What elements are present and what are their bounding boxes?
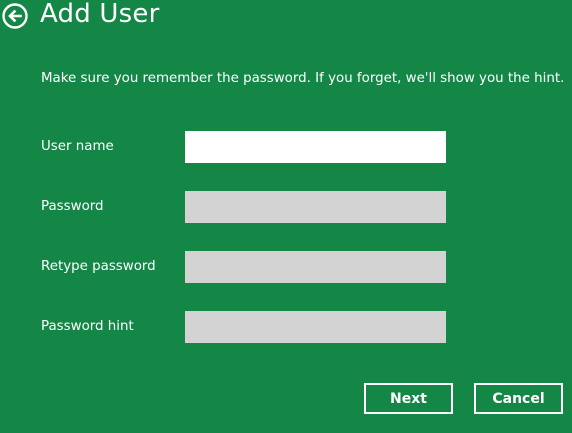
cancel-button[interactable]: Cancel bbox=[474, 383, 563, 414]
password-input[interactable] bbox=[185, 191, 446, 223]
retype-password-input[interactable] bbox=[185, 251, 446, 283]
password-hint-input[interactable] bbox=[185, 311, 446, 343]
instruction-text: Make sure you remember the password. If … bbox=[41, 71, 565, 86]
page-title: Add User bbox=[40, 0, 160, 29]
retype-password-label: Retype password bbox=[41, 259, 156, 274]
back-button[interactable] bbox=[2, 3, 28, 29]
user-name-label: User name bbox=[41, 139, 114, 154]
password-hint-label: Password hint bbox=[41, 319, 134, 334]
password-label: Password bbox=[41, 199, 104, 214]
next-button[interactable]: Next bbox=[364, 383, 453, 414]
back-arrow-circle-icon bbox=[2, 3, 28, 29]
user-name-input[interactable] bbox=[185, 131, 446, 163]
